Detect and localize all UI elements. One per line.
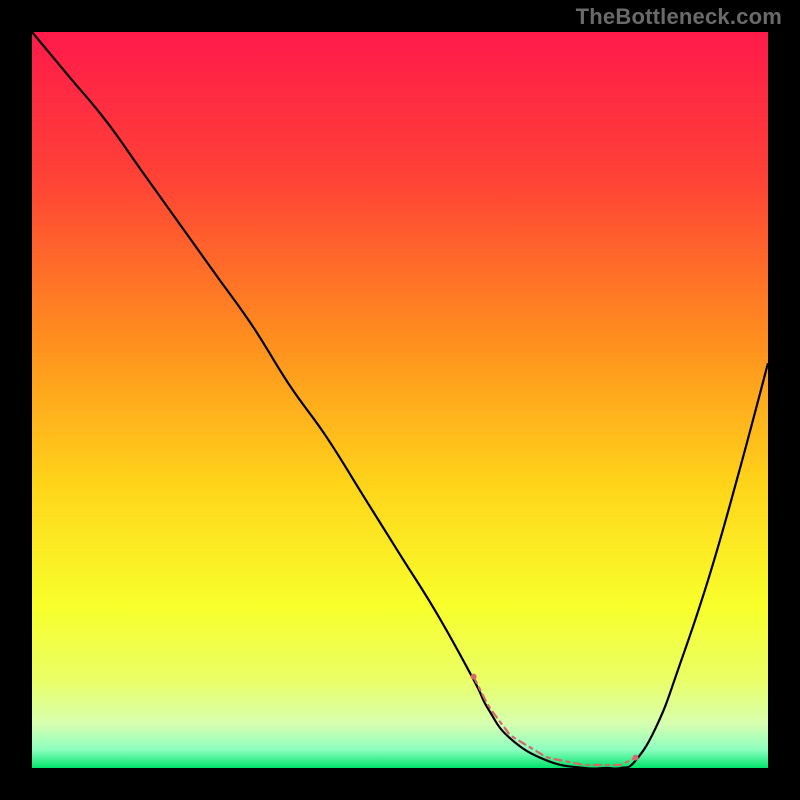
chart-frame: TheBottleneck.com: [0, 0, 800, 800]
watermark-text: TheBottleneck.com: [576, 4, 782, 30]
plot-background: [32, 32, 768, 768]
bottleneck-chart: [0, 0, 800, 800]
